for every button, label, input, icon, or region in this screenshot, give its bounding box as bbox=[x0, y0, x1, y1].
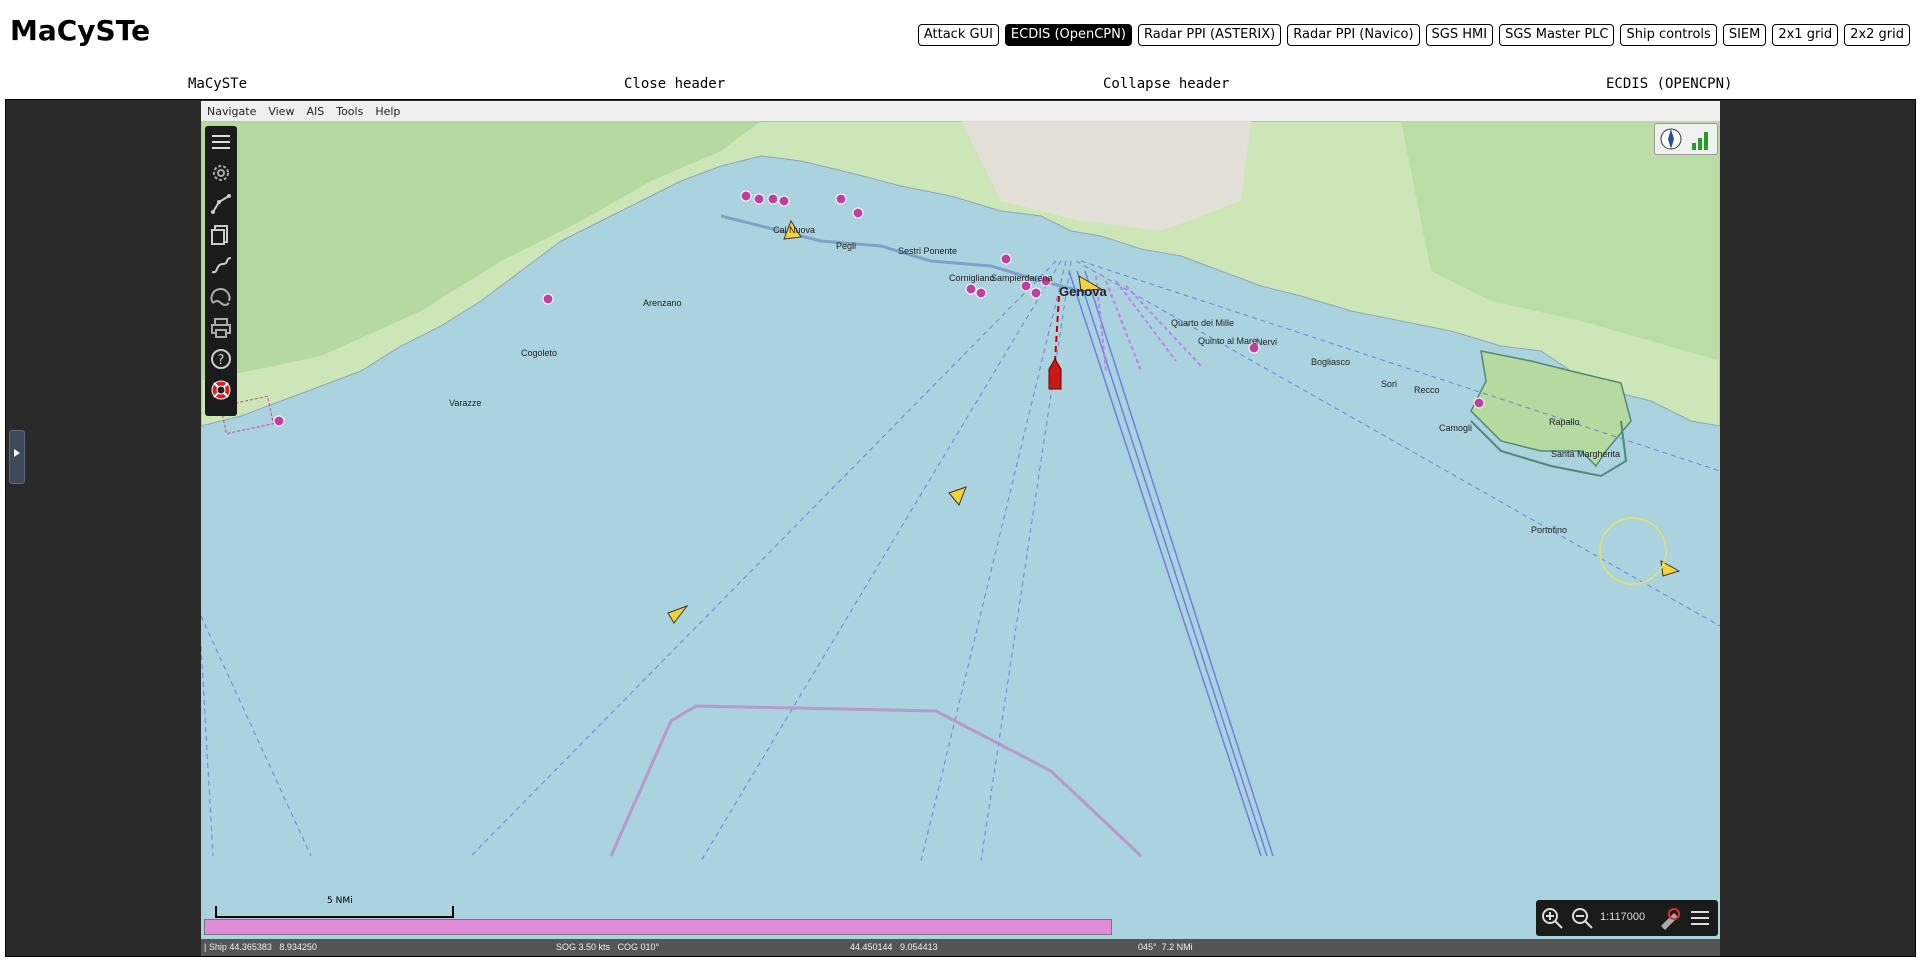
opencpn-toolbar: ? bbox=[205, 126, 237, 416]
nav-button-2x1-grid[interactable]: 2x1 grid bbox=[1772, 24, 1839, 46]
menu-help[interactable]: Help bbox=[369, 105, 406, 118]
nav-button-sgs-master-plc[interactable]: SGS Master PLC bbox=[1499, 24, 1615, 46]
place-label: Varazze bbox=[449, 398, 481, 408]
panel-view-name: ECDIS (OPENCPN) bbox=[1606, 76, 1733, 92]
place-label: Arenzano bbox=[643, 298, 682, 308]
place-label: Cogoleto bbox=[521, 348, 557, 358]
zoom-in-icon[interactable] bbox=[1540, 906, 1564, 930]
place-label: Recco bbox=[1414, 385, 1440, 395]
copy-icon[interactable] bbox=[209, 223, 233, 247]
options-menu-icon[interactable] bbox=[1688, 906, 1712, 930]
route-icon[interactable] bbox=[209, 192, 233, 216]
place-label: Santa Margherita bbox=[1551, 449, 1620, 459]
nav-button-ecdis[interactable]: ECDIS (OpenCPN) bbox=[1004, 24, 1132, 46]
svg-text:?: ? bbox=[218, 353, 225, 368]
nav-button-sgs-hmi[interactable]: SGS HMI bbox=[1425, 24, 1494, 46]
chart-scalebar: 5 NMi bbox=[215, 896, 454, 918]
side-drawer-handle[interactable] bbox=[9, 430, 25, 484]
traffic-lanes bbox=[201, 260, 1720, 862]
menu-icon[interactable] bbox=[209, 130, 233, 154]
compass-gps-widget[interactable] bbox=[1654, 123, 1718, 155]
status-ship-position: | Ship 44.365383 8.934250 bbox=[204, 942, 317, 952]
panel-app-name: MaCySTe bbox=[188, 76, 248, 92]
place-label: Cornigliano bbox=[949, 273, 995, 283]
nav-button-radar-asterix[interactable]: Radar PPI (ASTERIX) bbox=[1137, 24, 1282, 46]
collapse-header-link[interactable]: Collapse header bbox=[1103, 76, 1229, 92]
status-sog-cog: SOG 3.50 kts COG 010° bbox=[556, 942, 660, 952]
nav-button-attack-gui[interactable]: Attack GUI bbox=[917, 24, 999, 46]
close-header-link[interactable]: Close header bbox=[624, 76, 725, 92]
track-icon[interactable] bbox=[209, 254, 233, 278]
place-label: Bogliasco bbox=[1311, 357, 1350, 367]
menu-navigate[interactable]: Navigate bbox=[201, 105, 262, 118]
scalebar-label: 5 NMi bbox=[327, 896, 353, 906]
gear-icon[interactable] bbox=[209, 161, 233, 185]
menu-view[interactable]: View bbox=[262, 105, 300, 118]
place-label: Sampierdarena bbox=[991, 273, 1053, 283]
nav-button-siem[interactable]: SIEM bbox=[1722, 24, 1767, 46]
place-label: Camogli bbox=[1439, 423, 1472, 433]
chart-scale-readout: 1:117000 bbox=[1600, 911, 1646, 923]
view-selector: Attack GUI ECDIS (OpenCPN) Radar PPI (AS… bbox=[917, 24, 1910, 46]
opencpn-menubar: Navigate View AIS Tools Help bbox=[201, 101, 1720, 122]
nav-button-radar-navico[interactable]: Radar PPI (Navico) bbox=[1287, 24, 1420, 46]
nav-button-2x2-grid[interactable]: 2x2 grid bbox=[1844, 24, 1910, 46]
tide-icon[interactable] bbox=[209, 285, 233, 309]
place-label: Quinto al Mare bbox=[1198, 336, 1257, 346]
print-icon[interactable] bbox=[209, 316, 233, 340]
ais-target-highlight bbox=[1599, 517, 1667, 585]
forest-area bbox=[201, 121, 761, 381]
main-shipping-lane bbox=[1068, 270, 1274, 857]
ais-target bbox=[667, 604, 689, 624]
compass-icon bbox=[1660, 128, 1682, 150]
opencpn-window: Navigate View AIS Tools Help Genova Aren… bbox=[201, 101, 1720, 956]
help-icon[interactable]: ? bbox=[209, 347, 233, 371]
place-label: Portofino bbox=[1531, 525, 1567, 535]
panel-header: MaCySTe Close header Collapse header ECD… bbox=[0, 76, 1920, 94]
place-label: Pegli bbox=[836, 241, 856, 251]
ais-target bbox=[948, 486, 967, 506]
lifebuoy-icon[interactable] bbox=[209, 378, 233, 402]
status-bearing-range: 045° 7.2 NMi bbox=[1138, 942, 1193, 952]
place-label: Sestri Ponente bbox=[898, 246, 957, 256]
gps-signal-icon bbox=[1692, 132, 1708, 150]
zoom-toolbar: 1:117000 bbox=[1536, 900, 1718, 936]
place-label: Nervi bbox=[1256, 337, 1277, 347]
nav-button-ship-controls[interactable]: Ship controls bbox=[1620, 24, 1717, 46]
app-title: MaCySTe bbox=[10, 14, 151, 47]
menu-tools[interactable]: Tools bbox=[330, 105, 369, 118]
nautical-chart[interactable]: Genova Arenzano Varazze Recco Rapallo Camogli… bbox=[201, 121, 1720, 936]
place-label: Cal Nuova bbox=[773, 225, 815, 235]
chart-progress-bar bbox=[204, 919, 1112, 935]
place-label: Sori bbox=[1381, 379, 1397, 389]
place-label: Quarto dei Mille bbox=[1171, 318, 1234, 328]
restricted-area-boundary bbox=[609, 704, 1143, 858]
zoom-out-icon[interactable] bbox=[1570, 906, 1594, 930]
menu-ais[interactable]: AIS bbox=[300, 105, 330, 118]
status-cursor-position: 44.450144 9.054413 bbox=[850, 942, 938, 952]
follow-ship-icon[interactable] bbox=[1658, 906, 1682, 930]
opencpn-statusbar: | Ship 44.365383 8.934250 SOG 3.50 kts C… bbox=[201, 939, 1720, 956]
expand-arrow-icon bbox=[14, 449, 20, 457]
place-label: Rapallo bbox=[1549, 417, 1580, 427]
place-label: Genova bbox=[1059, 284, 1107, 299]
